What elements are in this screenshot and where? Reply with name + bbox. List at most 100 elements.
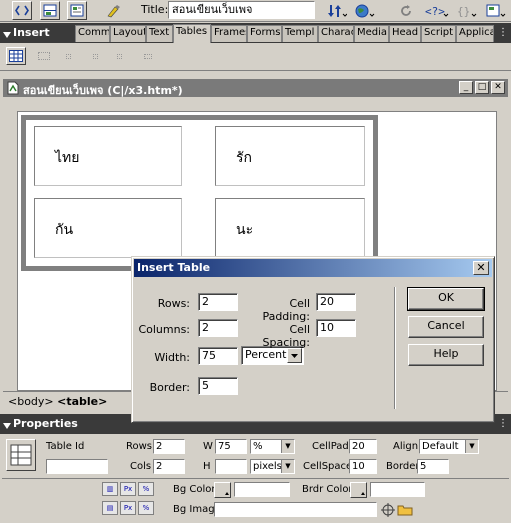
table-data-icon[interactable] [117,54,122,59]
cell-spacing-input[interactable]: 10 [316,319,356,337]
properties-title: Properties [13,417,78,430]
width-unit-select[interactable]: % ▼ [250,439,295,454]
svg-text:<?>: <?> [425,5,445,18]
tab-templates[interactable]: Templ [282,25,318,42]
table-caption-icon[interactable] [144,54,152,59]
refresh-icon[interactable] [396,1,416,20]
cell-padding-label: Cell Padding: [262,297,310,323]
dialog-titlebar: Insert Table ✕ [134,259,492,277]
table-cell-r2c2[interactable]: นะ [215,198,365,258]
border-input[interactable]: 5 [417,459,449,474]
live-data-icon[interactable] [104,1,124,20]
bg-color-swatch[interactable] [214,482,231,498]
clear-row-heights-icon[interactable]: ▤ [102,501,118,515]
tab-head[interactable]: Head [389,25,421,42]
dropdown-arrow-icon: ▼ [281,440,294,453]
border-input[interactable]: 5 [198,377,238,395]
tab-tables[interactable]: Tables [173,24,211,43]
title-input[interactable]: สอนเขียนเว็บเพจ [168,1,315,19]
table-id-label: Table Id [46,441,85,452]
table-outer-border[interactable]: ไทย รัก กัน นะ [21,115,378,271]
panel-options-icon[interactable]: ⋮ [498,27,508,39]
document-file-icon [7,81,19,98]
brdr-color-swatch[interactable] [350,482,367,498]
dialog-separator [394,287,396,409]
cancel-button[interactable]: Cancel [408,316,484,338]
height-input[interactable] [215,459,247,474]
table-cell-r1c1[interactable]: ไทย [34,126,182,186]
dropdown-arrow-icon: ▼ [465,440,478,453]
table-cell-r1c2[interactable]: รัก [215,126,365,186]
body-tag[interactable]: <body> [8,395,54,408]
cols-input[interactable]: 2 [153,459,185,474]
document-window-titlebar: สอนเขียนเว็บเพจ (C|/x3.htm*) _ □ ✕ [3,79,508,97]
tab-media[interactable]: Media [354,25,389,42]
bg-color-input[interactable] [234,482,290,497]
convert-heights-to-percent-icon[interactable]: % [138,501,154,515]
tab-application[interactable]: Applica [456,25,494,42]
tab-common[interactable]: Comm [75,25,110,42]
table-tag[interactable]: <table> [57,395,107,408]
convert-heights-to-pixels-icon[interactable]: Px [120,501,136,515]
maximize-button[interactable]: □ [475,81,489,94]
tab-frames[interactable]: Frames [211,25,247,42]
cellpad-input[interactable]: 20 [349,439,377,454]
preview-browser-icon[interactable] [353,1,377,20]
align-select[interactable]: Default ▼ [419,439,479,454]
convert-widths-to-pixels-icon[interactable]: Px [120,482,136,496]
close-icon[interactable]: ✕ [473,261,489,275]
table-properties-icon [6,439,36,471]
code-navigation-icon[interactable]: {} [456,1,478,20]
tab-script[interactable]: Script [421,25,456,42]
rows-input[interactable]: 2 [153,439,185,454]
browse-folder-icon[interactable] [397,503,413,519]
width-input[interactable]: 75 [198,347,238,365]
rows-label: Rows: [157,297,190,310]
code-view-icon[interactable] [12,1,32,20]
dropdown-arrow-icon: ▼ [281,460,294,473]
panel-options-icon[interactable]: ⋮ [498,418,508,429]
convert-widths-to-percent-icon[interactable]: % [138,482,154,496]
columns-input[interactable]: 2 [198,319,238,337]
cell-padding-input[interactable]: 20 [316,293,356,311]
brdr-color-input[interactable] [370,482,425,497]
collapse-arrow-icon[interactable] [3,420,11,433]
reference-icon[interactable]: <?> [424,1,450,20]
bg-image-input[interactable] [214,502,377,517]
rows-input[interactable]: 2 [198,293,238,311]
document-toolbar: Title: สอนเขียนเว็บเพจ <?> {} [0,0,511,22]
help-button[interactable]: Help [408,344,484,366]
cellspace-input[interactable]: 10 [349,459,377,474]
clear-column-widths-icon[interactable]: ▥ [102,482,118,496]
insert-table-dialog: Insert Table ✕ Rows: 2 Columns: 2 Width:… [131,256,495,423]
close-document-button[interactable]: ✕ [491,81,505,94]
ok-button[interactable]: OK [407,287,485,311]
width-label: W [203,441,213,452]
point-to-file-icon[interactable] [381,503,395,520]
height-label: H [203,461,211,472]
tab-characters[interactable]: Charac [318,25,354,42]
width-input[interactable]: 75 [215,439,247,454]
columns-label: Columns: [138,323,190,336]
divider [2,478,509,479]
table-id-input[interactable] [46,459,108,474]
file-management-icon[interactable] [325,1,349,20]
table-cell-r2c1[interactable]: กัน [34,198,182,258]
view-options-icon[interactable] [484,1,508,20]
insert-table-icon[interactable] [6,47,26,65]
design-view-icon[interactable] [67,1,87,20]
tab-text[interactable]: Text [146,25,173,42]
table-tag-icon[interactable] [38,52,50,60]
tab-forms[interactable]: Forms [247,25,282,42]
table-row-icon[interactable] [66,54,71,59]
tab-layout[interactable]: Layout [110,25,146,42]
split-view-icon[interactable] [40,1,60,20]
table-header-icon[interactable] [93,54,98,59]
insert-bar-title: Insert [13,26,50,39]
height-unit-select[interactable]: pixels ▼ [250,459,295,474]
cell-text: กัน [55,222,74,238]
title-label: Title: [141,3,169,16]
collapse-arrow-icon[interactable] [3,29,11,42]
minimize-button[interactable]: _ [459,81,473,94]
dropdown-arrow-icon [287,348,302,363]
